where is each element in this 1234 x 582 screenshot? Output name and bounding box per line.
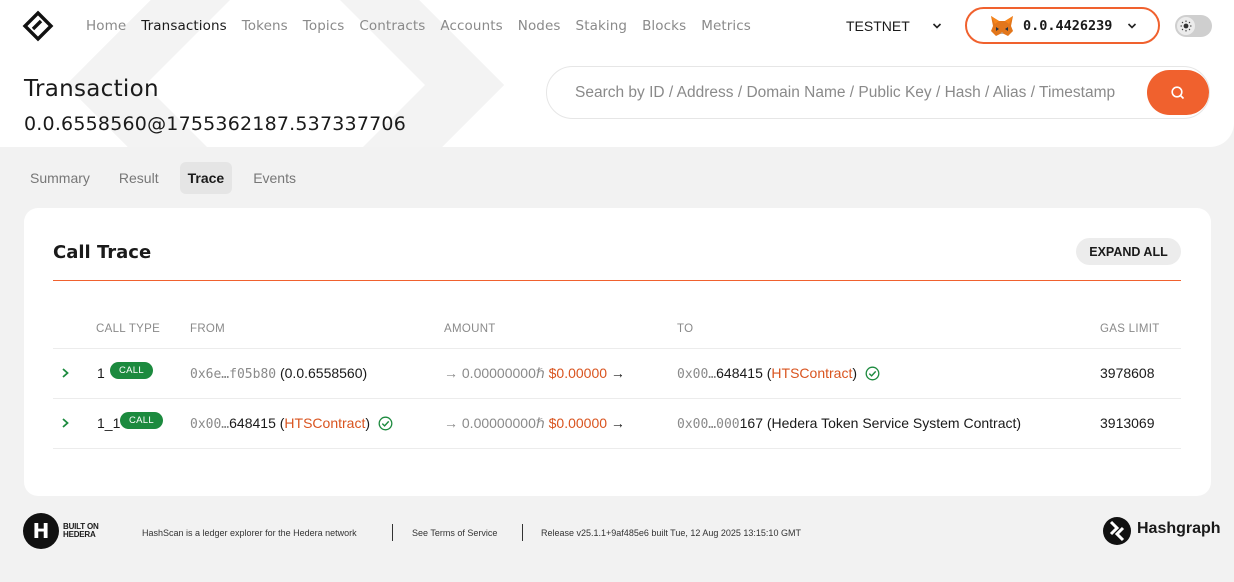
nav-nodes[interactable]: Nodes	[518, 18, 561, 34]
search-button[interactable]	[1147, 70, 1209, 115]
nav-tokens[interactable]: Tokens	[242, 18, 288, 34]
to-contract-link[interactable]: HTSContract	[771, 365, 852, 381]
amount-cell: → 0.00000000ℏ $0.00000 →	[444, 365, 625, 382]
to-cell: 0x00…000167 (Hedera Token Service System…	[677, 415, 1021, 432]
wallet-button[interactable]: 0.0.4426239	[965, 7, 1160, 44]
release-info: Release v25.1.1+9af485e6 built Tue, 12 A…	[541, 528, 801, 538]
nav-topics[interactable]: Topics	[303, 18, 345, 34]
column-header-to[interactable]: TO	[677, 323, 693, 335]
built-on-hedera-label: BUILT ON HEDERA	[63, 523, 99, 539]
call-type-badge: CALL	[110, 362, 153, 379]
tab-events[interactable]: Events	[245, 162, 304, 194]
from-contract-link[interactable]: HTSContract	[284, 415, 365, 431]
nav-transactions[interactable]: Transactions	[141, 18, 226, 34]
from-address-prefix[interactable]: 0x00…	[190, 417, 229, 432]
verified-check-icon	[378, 416, 393, 431]
chevron-down-icon	[1128, 22, 1137, 29]
amount-cell: → 0.00000000ℏ $0.00000 →	[444, 415, 625, 432]
nav-staking[interactable]: Staking	[576, 18, 628, 34]
call-trace-card: Call Trace EXPAND ALL CALL TYPE FROM AMO…	[24, 208, 1211, 496]
built-on-line2: HEDERA	[63, 530, 96, 539]
nav-metrics[interactable]: Metrics	[701, 18, 751, 34]
hashgraph-logo-icon[interactable]	[1102, 516, 1132, 546]
nav-accounts[interactable]: Accounts	[440, 18, 502, 34]
wallet-account-id: 0.0.4426239	[1023, 17, 1113, 34]
top-header: Home Transactions Tokens Topics Contract…	[0, 0, 1234, 147]
amount-hbar: → 0.00000000ℏ	[444, 415, 545, 431]
table-divider	[53, 448, 1181, 449]
theme-toggle[interactable]	[1175, 15, 1212, 37]
nav-home[interactable]: Home	[86, 18, 126, 34]
to-contract-name[interactable]: (Hedera Token Service System Contract)	[767, 415, 1021, 431]
transaction-tabs: Summary Result Trace Events	[22, 162, 317, 194]
amount-hbar: → 0.00000000ℏ	[444, 365, 545, 381]
metamask-fox-icon	[991, 15, 1013, 36]
to-address-suffix[interactable]: 167	[740, 415, 763, 431]
to-address-suffix[interactable]: 648415	[716, 365, 763, 381]
expand-all-button[interactable]: EXPAND ALL	[1076, 238, 1181, 265]
to-address-prefix[interactable]: 0x00…000	[677, 417, 740, 432]
from-cell: 0x00…648415 (HTSContract)	[190, 415, 393, 432]
from-cell: 0x6e…f05b80 (0.0.6558560)	[190, 365, 367, 382]
footer-separator	[522, 524, 523, 541]
search-bar[interactable]: Search by ID / Address / Domain Name / P…	[546, 66, 1210, 119]
call-depth: 1	[97, 365, 105, 381]
footer-separator	[392, 524, 393, 541]
chevron-right-icon[interactable]	[60, 367, 70, 379]
arrow-icon: →	[610, 365, 625, 381]
column-header-from[interactable]: FROM	[190, 323, 225, 335]
verified-check-icon	[865, 366, 880, 381]
chevron-down-icon[interactable]	[931, 20, 943, 32]
from-account[interactable]: (0.0.6558560)	[280, 365, 367, 381]
call-depth: 1_1	[97, 415, 121, 431]
tab-summary[interactable]: Summary	[22, 162, 98, 194]
column-header-amount[interactable]: AMOUNT	[444, 323, 496, 335]
amount-usd: $0.00000	[548, 365, 608, 381]
nav-blocks[interactable]: Blocks	[642, 18, 686, 34]
main-nav: Home Transactions Tokens Topics Contract…	[86, 18, 766, 34]
gas-limit: 3978608	[1100, 365, 1155, 381]
table-row[interactable]: 1 CALL 0x6e…f05b80 (0.0.6558560) → 0.000…	[24, 349, 1211, 397]
hashscan-logo-icon[interactable]	[22, 10, 54, 42]
from-address-suffix[interactable]: 648415	[229, 415, 276, 431]
column-header-call-type[interactable]: CALL TYPE	[96, 323, 160, 335]
sun-icon	[1177, 17, 1195, 35]
to-cell: 0x00…648415 (HTSContract)	[677, 365, 880, 382]
gas-limit: 3913069	[1100, 415, 1155, 431]
table-row[interactable]: 1_1 CALL 0x00…648415 (HTSContract) → 0.0…	[24, 399, 1211, 447]
network-selector[interactable]: TESTNET	[846, 18, 910, 34]
chevron-right-icon[interactable]	[60, 417, 70, 429]
call-type-badge: CALL	[120, 412, 163, 429]
amount-usd: $0.00000	[548, 415, 608, 431]
tab-trace[interactable]: Trace	[179, 162, 233, 194]
terms-link[interactable]: See Terms of Service	[412, 528, 497, 538]
card-title: Call Trace	[53, 242, 152, 263]
column-header-gas-limit[interactable]: GAS LIMIT	[1100, 323, 1160, 335]
search-icon	[1171, 85, 1185, 99]
footer-tagline: HashScan is a ledger explorer for the He…	[142, 528, 357, 538]
to-address-prefix[interactable]: 0x00…	[677, 367, 716, 382]
divider	[53, 280, 1181, 281]
hashgraph-brand[interactable]: Hashgraph	[1137, 520, 1221, 538]
page-title: Transaction	[24, 76, 159, 102]
arrow-icon: →	[610, 415, 625, 431]
nav-contracts[interactable]: Contracts	[359, 18, 425, 34]
transaction-id: 0.0.6558560@1755362187.537337706	[24, 113, 406, 135]
search-input[interactable]: Search by ID / Address / Domain Name / P…	[575, 84, 1115, 102]
from-address[interactable]: 0x6e…f05b80	[190, 367, 276, 382]
tab-result[interactable]: Result	[111, 162, 167, 194]
hedera-logo-icon[interactable]: H	[23, 513, 59, 549]
